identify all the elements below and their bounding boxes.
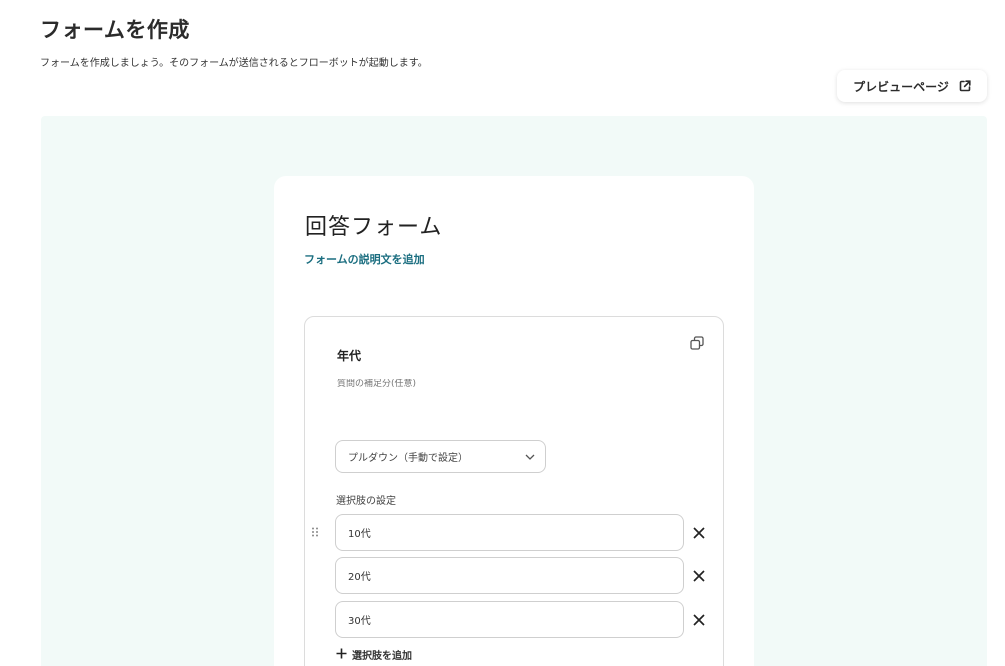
page-title: フォームを作成 — [40, 18, 190, 42]
option-row: 30代 — [335, 601, 715, 638]
add-option-button[interactable]: 選択肢を追加 — [336, 647, 412, 662]
add-form-description-link[interactable]: フォームの説明文を追加 — [304, 251, 425, 267]
question-type-select[interactable]: プルダウン（手動で設定） — [335, 440, 546, 473]
option-input[interactable]: 20代 — [335, 557, 684, 594]
close-icon[interactable] — [692, 612, 706, 626]
plus-icon — [336, 648, 347, 662]
preview-page-button[interactable]: プレビューページ — [837, 70, 987, 102]
form-card: 回答フォーム フォームの説明文を追加 年代 プルダウン（手動で設定） 選択肢の設… — [274, 176, 754, 666]
option-input[interactable]: 30代 — [335, 601, 684, 638]
external-link-icon — [959, 80, 971, 92]
question-card[interactable]: 年代 プルダウン（手動で設定） 選択肢の設定 10代 — [304, 316, 724, 666]
option-input[interactable]: 10代 — [335, 514, 684, 551]
copy-icon[interactable] — [690, 335, 706, 351]
option-row: 20代 — [335, 557, 715, 594]
question-hint-input[interactable] — [337, 379, 637, 389]
add-option-label: 選択肢を追加 — [352, 651, 412, 662]
question-title[interactable]: 年代 — [337, 347, 361, 364]
options-label: 選択肢の設定 — [336, 496, 396, 507]
drag-handle-icon[interactable] — [311, 522, 319, 537]
page: フォームを作成 フォームを作成しましょう。そのフォームが送信されるとフローボット… — [0, 0, 1005, 666]
option-row: 10代 — [335, 514, 715, 551]
question-type-value: プルダウン（手動で設定） — [348, 453, 468, 464]
page-description: フォームを作成しましょう。そのフォームが送信されるとフローボットが起動します。 — [40, 58, 428, 69]
preview-page-label: プレビューページ — [853, 79, 949, 94]
chevron-down-icon — [525, 453, 535, 464]
close-icon[interactable] — [692, 525, 706, 539]
close-icon[interactable] — [692, 568, 706, 582]
form-title[interactable]: 回答フォーム — [305, 209, 442, 241]
